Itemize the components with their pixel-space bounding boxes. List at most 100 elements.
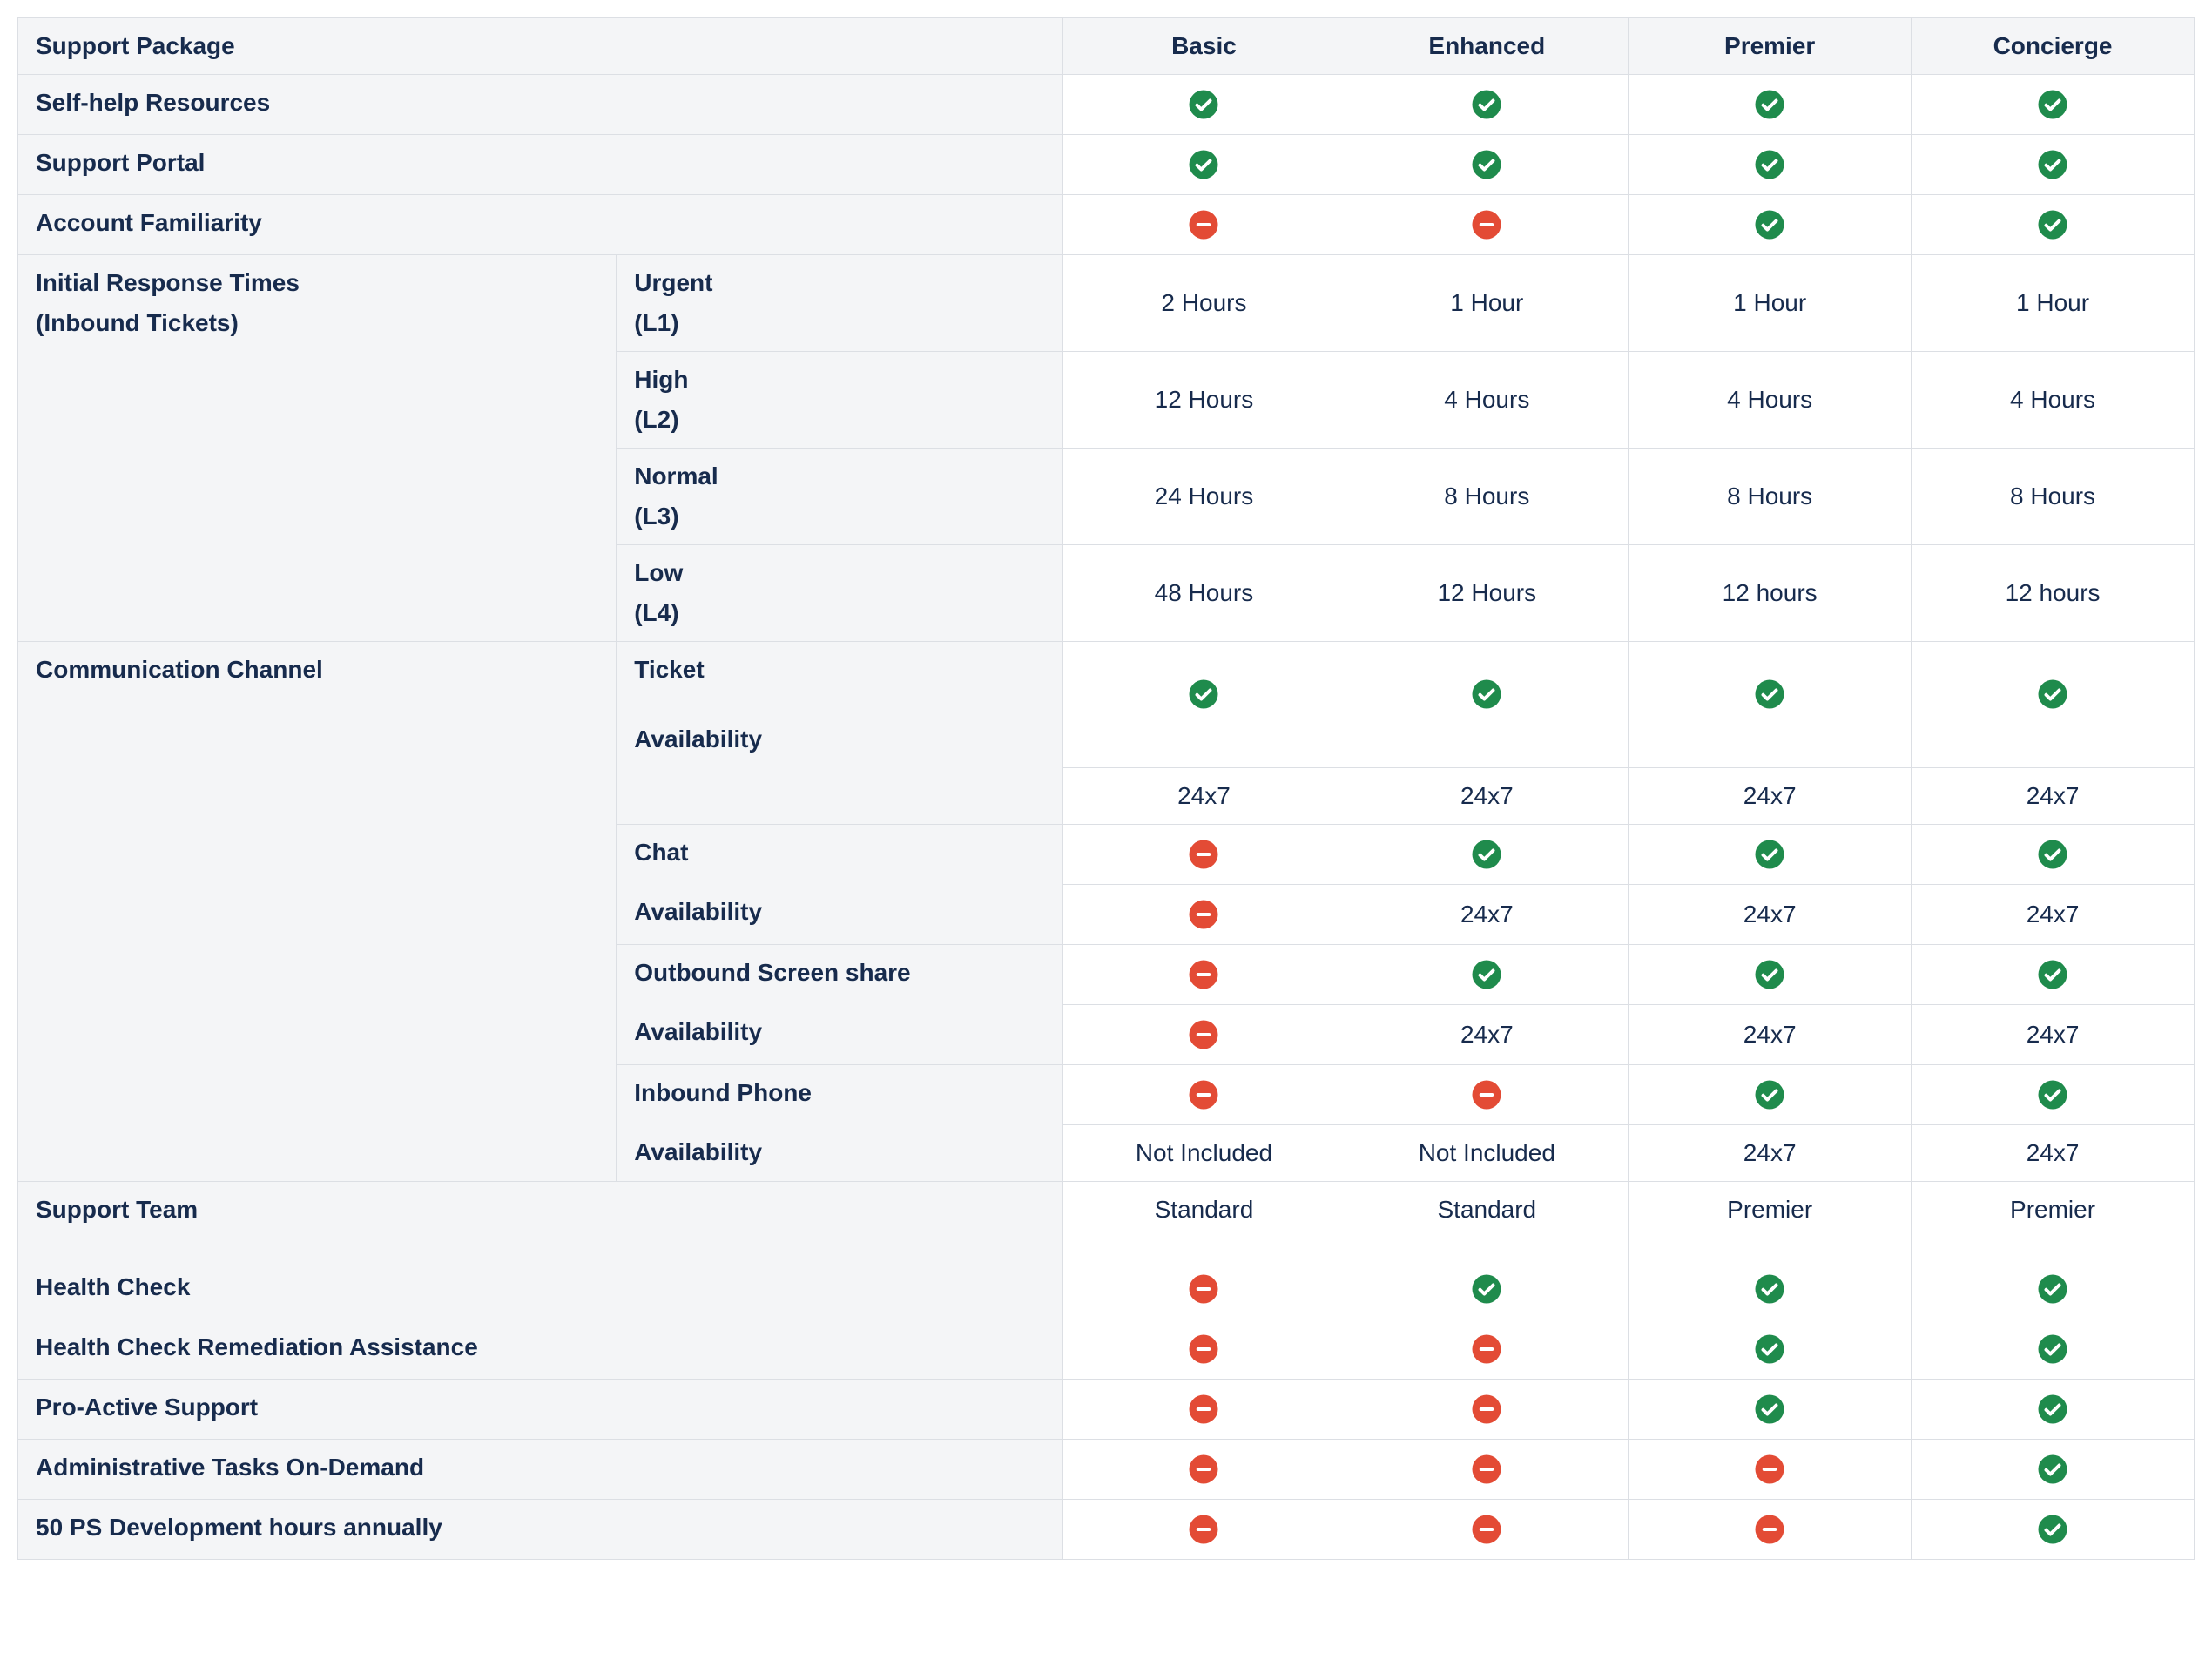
feature-label: Initial Response Times (Inbound Tickets) xyxy=(18,255,617,642)
header-plan-concierge: Concierge xyxy=(1912,18,2195,75)
sub-label: Availability xyxy=(617,884,1062,944)
row-support-team: Support Team Standard Standard Premier P… xyxy=(18,1181,2195,1259)
minus-circle-icon xyxy=(1188,1273,1219,1305)
row-support-portal: Support Portal xyxy=(18,135,2195,195)
cell: 24 Hours xyxy=(1062,449,1345,545)
cell xyxy=(1345,824,1629,884)
header-feature: Support Package xyxy=(18,18,1063,75)
cell: 24x7 xyxy=(1912,884,2195,944)
row-self-help: Self-help Resources xyxy=(18,75,2195,135)
cell xyxy=(1629,1319,1912,1379)
minus-circle-icon xyxy=(1754,1454,1785,1485)
cell xyxy=(1062,1379,1345,1439)
cell xyxy=(1062,1259,1345,1319)
minus-circle-icon xyxy=(1471,1454,1502,1485)
cell xyxy=(1629,642,1912,768)
cell xyxy=(1912,1379,2195,1439)
sub-label: Availability xyxy=(617,1004,1062,1064)
cell: 8 Hours xyxy=(1912,449,2195,545)
cell: 1 Hour xyxy=(1345,255,1629,352)
cell xyxy=(1912,944,2195,1004)
check-circle-icon xyxy=(2037,1514,2068,1545)
normal-code: (L3) xyxy=(634,503,1044,530)
minus-circle-icon xyxy=(1188,1333,1219,1365)
cell: 24x7 xyxy=(1629,767,1912,824)
cell: 1 Hour xyxy=(1629,255,1912,352)
sub-label: Availability xyxy=(617,1124,1062,1181)
cell xyxy=(1345,1439,1629,1499)
high-code: (L2) xyxy=(634,406,1044,434)
sub-label: Outbound Screen share xyxy=(617,944,1062,1004)
minus-circle-icon xyxy=(1471,1394,1502,1425)
minus-circle-icon xyxy=(1471,1333,1502,1365)
cell: 48 Hours xyxy=(1062,545,1345,642)
cell xyxy=(1629,824,1912,884)
sub-label: Normal (L3) xyxy=(617,449,1062,545)
cell xyxy=(1912,1439,2195,1499)
cell xyxy=(1629,75,1912,135)
check-circle-icon xyxy=(1471,839,1502,870)
sub-label: Chat xyxy=(617,824,1062,884)
minus-circle-icon xyxy=(1188,1454,1219,1485)
header-plan-premier: Premier xyxy=(1629,18,1912,75)
header-plan-enhanced: Enhanced xyxy=(1345,18,1629,75)
cell: Premier xyxy=(1629,1181,1912,1259)
ticket-label: Ticket xyxy=(634,656,1044,684)
ticket-avail-label: Availability xyxy=(634,726,1044,753)
check-circle-icon xyxy=(2037,209,2068,240)
check-circle-icon xyxy=(1754,89,1785,120)
check-circle-icon xyxy=(1188,89,1219,120)
cell xyxy=(1912,1499,2195,1559)
cell xyxy=(1345,642,1629,768)
cell xyxy=(1062,1004,1345,1064)
cell: 2 Hours xyxy=(1062,255,1345,352)
low-label: Low xyxy=(634,559,1044,587)
minus-circle-icon xyxy=(1188,1019,1219,1050)
irt-line1: Initial Response Times xyxy=(36,269,598,297)
cell xyxy=(1345,944,1629,1004)
check-circle-icon xyxy=(1754,149,1785,180)
check-circle-icon xyxy=(1471,959,1502,990)
header-plan-basic: Basic xyxy=(1062,18,1345,75)
minus-circle-icon xyxy=(1188,899,1219,930)
cell xyxy=(1345,195,1629,255)
cell xyxy=(1062,135,1345,195)
cell xyxy=(1062,944,1345,1004)
cell: 4 Hours xyxy=(1629,352,1912,449)
minus-circle-icon xyxy=(1188,1514,1219,1545)
cell: 24x7 xyxy=(1062,767,1345,824)
minus-circle-icon xyxy=(1188,959,1219,990)
check-circle-icon xyxy=(2037,149,2068,180)
check-circle-icon xyxy=(1471,89,1502,120)
row-comm-ticket: Communication Channel Ticket Availabilit… xyxy=(18,642,2195,768)
check-circle-icon xyxy=(2037,1079,2068,1110)
sub-label: High (L2) xyxy=(617,352,1062,449)
cell xyxy=(1062,75,1345,135)
cell xyxy=(1912,824,2195,884)
cell: 8 Hours xyxy=(1629,449,1912,545)
urgent-code: (L1) xyxy=(634,309,1044,337)
feature-label: Communication Channel xyxy=(18,642,617,1182)
cell: 4 Hours xyxy=(1345,352,1629,449)
cell: 4 Hours xyxy=(1912,352,2195,449)
row-ps-hours: 50 PS Development hours annually xyxy=(18,1499,2195,1559)
row-account-familiarity: Account Familiarity xyxy=(18,195,2195,255)
cell xyxy=(1912,195,2195,255)
urgent-label: Urgent xyxy=(634,269,1044,297)
minus-circle-icon xyxy=(1754,1514,1785,1545)
cell xyxy=(1912,135,2195,195)
feature-label: Pro-Active Support xyxy=(18,1379,1063,1439)
row-health-remediation: Health Check Remediation Assistance xyxy=(18,1319,2195,1379)
cell: Standard xyxy=(1062,1181,1345,1259)
cell xyxy=(1345,75,1629,135)
cell xyxy=(1912,1064,2195,1124)
check-circle-icon xyxy=(2037,1454,2068,1485)
row-admin-tasks: Administrative Tasks On-Demand xyxy=(18,1439,2195,1499)
normal-label: Normal xyxy=(634,462,1044,490)
check-circle-icon xyxy=(1754,1079,1785,1110)
check-circle-icon xyxy=(1754,1333,1785,1365)
cell xyxy=(1629,1379,1912,1439)
check-circle-icon xyxy=(1471,1273,1502,1305)
cell xyxy=(1062,1499,1345,1559)
check-circle-icon xyxy=(2037,959,2068,990)
